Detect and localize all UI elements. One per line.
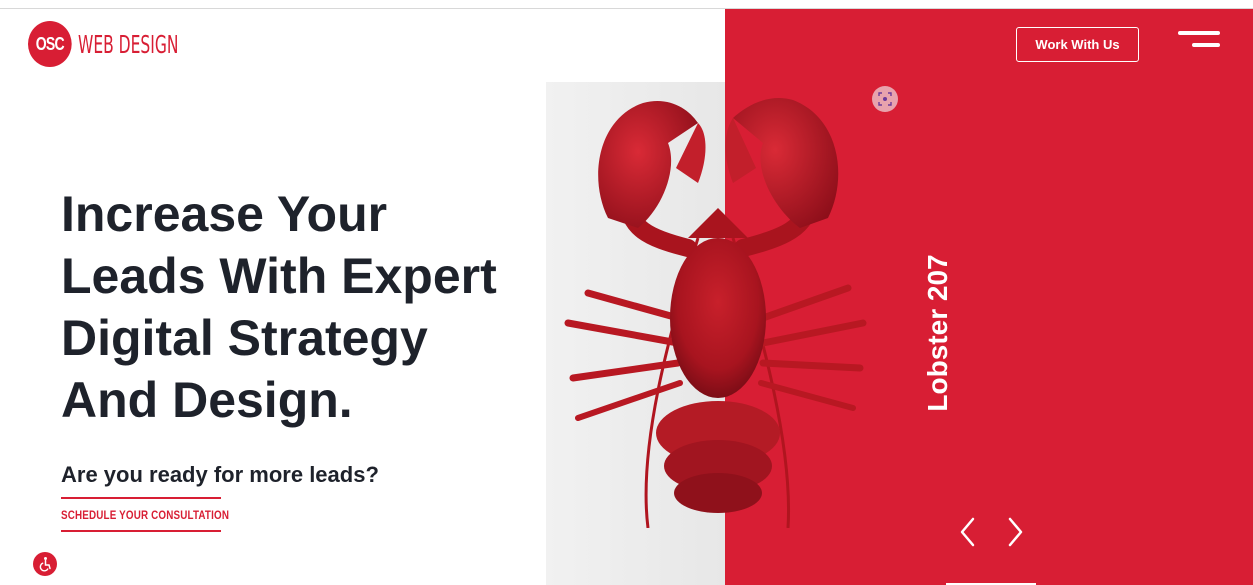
site-logo[interactable]: OSC WEB DESIGN — [28, 21, 240, 67]
accessibility-button[interactable] — [33, 552, 57, 576]
headline-line: Increase Your — [61, 186, 388, 242]
chevron-left-icon[interactable] — [956, 516, 980, 548]
red-lobster-image — [564, 98, 867, 528]
page: OSC WEB DESIGN Increase Your Leads With … — [0, 0, 1253, 585]
menu-bar — [1192, 43, 1220, 47]
chevron-right-icon[interactable] — [1003, 516, 1027, 548]
hero-subheading: Are you ready for more leads? — [61, 462, 379, 487]
logo-wordmark: WEB DESIGN — [78, 29, 179, 59]
wheelchair-accessibility-icon — [39, 557, 51, 572]
headline-line: And Design. — [61, 372, 353, 428]
headline-line: Digital Strategy — [61, 310, 428, 366]
work-with-us-button[interactable]: Work With Us — [1016, 27, 1139, 62]
hero-headline: Increase Your Leads With Expert Digital … — [61, 183, 531, 431]
cta-label: SCHEDULE YOUR CONSULTATION — [61, 507, 230, 522]
focus-target-icon[interactable] — [872, 86, 898, 112]
menu-bar — [1178, 31, 1220, 35]
hamburger-menu-icon[interactable] — [1178, 31, 1220, 49]
focus-glyph — [878, 92, 892, 106]
headline-line: Leads With Expert — [61, 248, 497, 304]
logo-badge: OSC — [28, 21, 72, 67]
slide-title: Lobster 207 — [922, 254, 953, 412]
schedule-consultation-link[interactable]: SCHEDULE YOUR CONSULTATION — [61, 497, 229, 532]
